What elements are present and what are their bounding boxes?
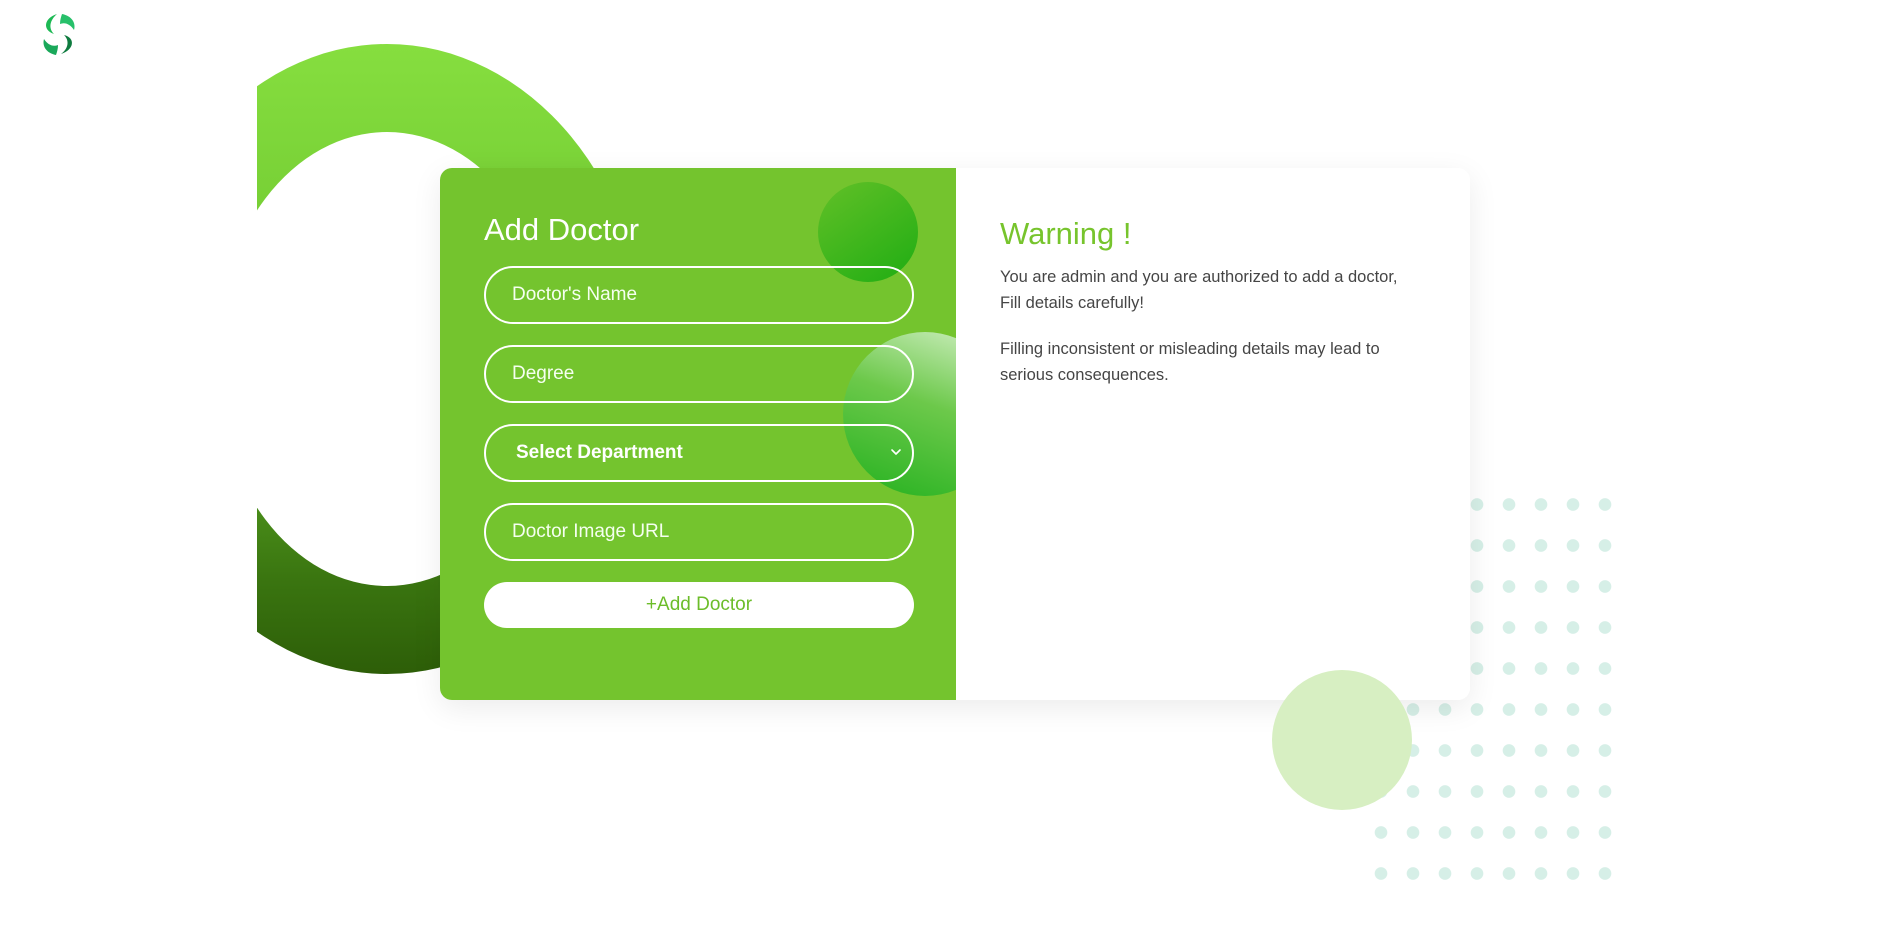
add-doctor-button[interactable]: +Add Doctor	[484, 582, 914, 628]
decorative-circle	[1272, 670, 1412, 810]
warning-text-2: Filling inconsistent or misleading detai…	[1000, 340, 1380, 384]
form-title: Add Doctor	[484, 212, 640, 247]
department-select-wrap: Select Department	[484, 424, 914, 482]
warning-panel: Warning ! You are admin and you are auth…	[956, 168, 1470, 700]
leaf-s-logo-icon	[43, 14, 75, 55]
doctor-name-input[interactable]	[484, 266, 914, 324]
department-select-value: Select Department	[516, 442, 683, 463]
degree-input[interactable]	[484, 345, 914, 403]
warning-section: Warning ! You are admin and you are auth…	[1000, 216, 1420, 408]
form-panel: Add Doctor Select Department +Add Doctor	[440, 168, 1007, 700]
chevron-down-icon	[891, 449, 901, 455]
add-doctor-form: Add Doctor Select Department +Add Doctor	[484, 212, 914, 628]
warning-title: Warning !	[1000, 216, 1132, 251]
add-doctor-card: Add Doctor Select Department +Add Doctor…	[440, 168, 1470, 700]
warning-text-1: You are admin and you are authorized to …	[1000, 268, 1398, 312]
doctor-image-url-input[interactable]	[484, 503, 914, 561]
department-select[interactable]: Select Department	[484, 424, 914, 482]
logo	[34, 10, 84, 60]
